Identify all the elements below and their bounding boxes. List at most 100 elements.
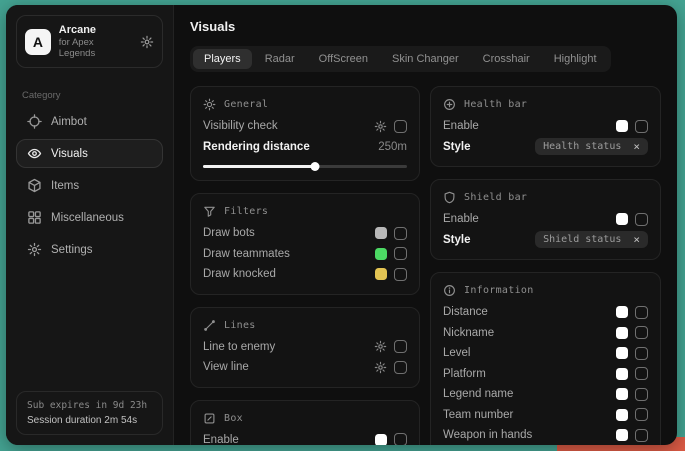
color-swatch[interactable] (616, 327, 628, 339)
tab-bar: PlayersRadarOffScreenSkin ChangerCrossha… (190, 46, 611, 72)
tab-players[interactable]: Players (193, 49, 252, 69)
sidebar-item-aimbot[interactable]: Aimbot (16, 107, 163, 136)
checkbox[interactable] (635, 326, 648, 339)
color-swatch[interactable] (375, 227, 387, 239)
color-swatch[interactable] (616, 347, 628, 359)
setting-row-visibility-check: Visibility check (203, 116, 407, 137)
setting-label: Style (443, 141, 471, 153)
section-general: GeneralVisibility checkRendering distanc… (190, 86, 420, 181)
info-icon (443, 284, 456, 297)
column-left: GeneralVisibility checkRendering distanc… (190, 86, 420, 445)
tab-crosshair[interactable]: Crosshair (472, 49, 541, 69)
section-header: Health bar (443, 98, 648, 111)
sidebar: A Arcane for Apex Legends Category Aimbo… (6, 5, 174, 445)
setting-row-style: Style Shield status× (443, 230, 648, 251)
subscription-status-card: Sub expires in 9d 23h Session duration 2… (16, 391, 163, 435)
sidebar-item-visuals[interactable]: Visuals (16, 139, 163, 168)
setting-label: Team number (443, 409, 513, 421)
checkbox[interactable] (394, 361, 407, 374)
tab-highlight[interactable]: Highlight (543, 49, 608, 69)
checkbox[interactable] (394, 433, 407, 445)
style-select-shield-status[interactable]: Shield status× (535, 231, 648, 248)
sidebar-item-label: Visuals (51, 148, 88, 160)
checkbox[interactable] (394, 120, 407, 133)
checkbox[interactable] (394, 247, 407, 260)
color-swatch[interactable] (375, 268, 387, 280)
setting-label: Style (443, 234, 471, 246)
setting-row-distance: Distance (443, 302, 648, 323)
checkbox[interactable] (635, 388, 648, 401)
sidebar-item-settings[interactable]: Settings (16, 235, 163, 264)
setting-label: Platform (443, 368, 486, 380)
select-clear-icon[interactable]: × (633, 234, 640, 245)
rendering-distance-slider[interactable] (203, 165, 407, 168)
section-header: Filters (203, 205, 407, 218)
shield-icon (443, 191, 456, 204)
grid-icon (27, 210, 42, 225)
setting-label: Legend name (443, 388, 513, 400)
setting-label: Draw teammates (203, 248, 290, 260)
setting-row-team-number: Team number (443, 405, 648, 426)
checkbox[interactable] (394, 340, 407, 353)
setting-row-legend-name: Legend name (443, 384, 648, 405)
box-icon (203, 412, 216, 425)
sun-icon (203, 98, 216, 111)
color-swatch[interactable] (616, 213, 628, 225)
section-header: Lines (203, 319, 407, 332)
setting-label: Enable (443, 213, 479, 225)
setting-label: Line to enemy (203, 341, 275, 353)
section-information: Information Distance Nickname Level Platform… (430, 272, 661, 445)
setting-row-weapon-in-hands: Weapon in hands (443, 425, 648, 445)
color-swatch[interactable] (616, 368, 628, 380)
sidebar-item-items[interactable]: Items (16, 171, 163, 200)
setting-label: Level (443, 347, 471, 359)
color-swatch[interactable] (375, 434, 387, 445)
sub-expires-text: Sub expires in 9d 23h (27, 400, 152, 411)
checkbox[interactable] (394, 268, 407, 281)
setting-row-platform: Platform (443, 364, 648, 385)
checkbox[interactable] (635, 347, 648, 360)
gear-icon[interactable] (374, 340, 387, 353)
checkbox[interactable] (394, 227, 407, 240)
color-swatch[interactable] (616, 409, 628, 421)
column-right: Health barEnableStyleHealth status×Shiel… (430, 86, 661, 445)
slider-thumb[interactable] (311, 162, 320, 171)
color-swatch[interactable] (375, 248, 387, 260)
setting-label: Visibility check (203, 120, 278, 132)
setting-label: Distance (443, 306, 488, 318)
setting-label: Draw bots (203, 227, 255, 239)
crosshair-icon (27, 114, 42, 129)
tab-skin-changer[interactable]: Skin Changer (381, 49, 470, 69)
page-title: Visuals (190, 19, 661, 34)
setting-row-enable: Enable (203, 430, 407, 446)
checkbox[interactable] (635, 367, 648, 380)
color-swatch[interactable] (616, 388, 628, 400)
gear-icon[interactable] (374, 361, 387, 374)
color-swatch[interactable] (616, 429, 628, 441)
section-title: Information (464, 285, 534, 296)
tab-radar[interactable]: Radar (254, 49, 306, 69)
setting-row-enable: Enable (443, 116, 648, 137)
section-header: Box (203, 412, 407, 425)
tab-offscreen[interactable]: OffScreen (308, 49, 379, 69)
setting-row-nickname: Nickname (443, 323, 648, 344)
setting-row-draw-knocked: Draw knocked (203, 264, 407, 285)
select-clear-icon[interactable]: × (633, 141, 640, 152)
gear-icon[interactable] (140, 35, 154, 49)
checkbox[interactable] (635, 429, 648, 442)
health-icon (443, 98, 456, 111)
checkbox[interactable] (635, 408, 648, 421)
checkbox[interactable] (635, 120, 648, 133)
color-swatch[interactable] (616, 120, 628, 132)
category-label: Category (22, 90, 157, 101)
style-select-health-status[interactable]: Health status × (535, 138, 648, 155)
content: GeneralVisibility checkRendering distanc… (190, 86, 661, 445)
section-health-bar: Health bar Enable Style Health status × (430, 86, 661, 167)
select-value: Health status (543, 141, 621, 152)
checkbox[interactable] (635, 306, 648, 319)
color-swatch[interactable] (616, 306, 628, 318)
sidebar-item-miscellaneous[interactable]: Miscellaneous (16, 203, 163, 232)
checkbox[interactable] (635, 213, 648, 226)
gear-icon[interactable] (374, 120, 387, 133)
section-shield-bar: Shield barEnableStyleShield status× (430, 179, 661, 260)
